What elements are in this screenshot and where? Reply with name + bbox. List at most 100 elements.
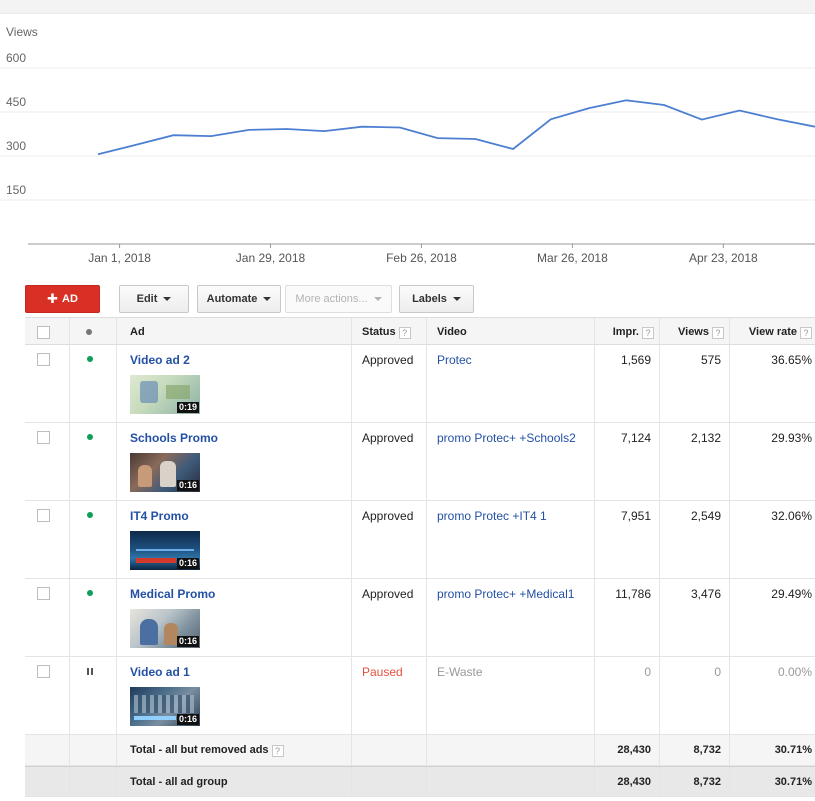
help-icon[interactable]: ? bbox=[271, 745, 284, 757]
view-rate-value: 0.00% bbox=[777, 665, 812, 679]
labels-label: Labels bbox=[412, 293, 447, 305]
row-checkbox[interactable] bbox=[37, 431, 50, 444]
automate-label: Automate bbox=[206, 293, 258, 305]
impr-value: 7,124 bbox=[620, 431, 651, 445]
caret-down-icon bbox=[452, 297, 461, 301]
enabled-status-icon[interactable] bbox=[87, 356, 93, 362]
video-link[interactable]: promo Protec+ +Medical1 bbox=[437, 587, 574, 601]
video-thumbnail[interactable]: 0:19 bbox=[130, 375, 200, 414]
video-thumbnail[interactable]: 0:16 bbox=[130, 453, 200, 492]
views-line-chart: Views 600 450 300 150 Jan 1, 2018 Jan 29, 20… bbox=[0, 25, 815, 265]
views-value: 0 bbox=[714, 665, 721, 679]
chart-ylabel: Views bbox=[6, 25, 38, 39]
table-header-row: Ad Status? Video Impr.? Views? View rate… bbox=[25, 317, 815, 345]
paused-status-icon[interactable] bbox=[87, 668, 93, 675]
total-impr: 28,430 bbox=[617, 744, 651, 756]
video-duration: 0:16 bbox=[176, 480, 199, 491]
video-link[interactable]: Protec bbox=[437, 353, 472, 367]
table-row: Schools Promo 0:16 Approved promo Protec… bbox=[25, 423, 815, 501]
video-duration: 0:19 bbox=[176, 402, 199, 413]
header-view-rate[interactable]: View rate bbox=[749, 326, 797, 338]
table-row: IT4 Promo 0:16 Approved promo Protec +IT… bbox=[25, 501, 815, 579]
caret-down-icon bbox=[373, 297, 382, 301]
x-tick-label: Jan 29, 2018 bbox=[236, 251, 306, 265]
total-views: 8,732 bbox=[693, 776, 721, 788]
total-view-rate: 30.71% bbox=[774, 744, 812, 756]
top-bar bbox=[0, 0, 815, 14]
views-value: 2,132 bbox=[690, 431, 721, 445]
video-link[interactable]: promo Protec+ +Schools2 bbox=[437, 431, 576, 445]
view-rate-value: 32.06% bbox=[771, 509, 812, 523]
ads-toolbar: ✚ AD Edit Automate More actions... Label… bbox=[25, 285, 815, 313]
ad-name-link[interactable]: Video ad 1 bbox=[130, 665, 351, 679]
more-actions-label: More actions... bbox=[295, 293, 368, 305]
total-row-all-but-removed: Total - all but removed ads? 28,430 8,73… bbox=[25, 735, 815, 766]
labels-menu-button[interactable]: Labels bbox=[399, 285, 474, 313]
header-ad[interactable]: Ad bbox=[130, 326, 145, 338]
status-text: Approved bbox=[362, 431, 414, 445]
help-icon[interactable]: ? bbox=[712, 327, 724, 339]
video-thumbnail[interactable]: 0:16 bbox=[130, 609, 200, 648]
row-checkbox[interactable] bbox=[37, 509, 50, 522]
header-impr[interactable]: Impr. bbox=[613, 326, 639, 338]
header-video[interactable]: Video bbox=[437, 326, 467, 338]
x-tick-label: Mar 26, 2018 bbox=[537, 251, 608, 265]
video-duration: 0:16 bbox=[176, 714, 199, 725]
enabled-status-icon[interactable] bbox=[87, 434, 93, 440]
views-series-line bbox=[97, 99, 815, 156]
table-row: Video ad 2 0:19 Approved Protec 1,569 57… bbox=[25, 345, 815, 423]
help-icon[interactable]: ? bbox=[398, 327, 411, 339]
video-link[interactable]: promo Protec +IT4 1 bbox=[437, 509, 547, 523]
total-label: Total - all ad group bbox=[130, 776, 228, 788]
header-views[interactable]: Views bbox=[678, 326, 709, 338]
caret-down-icon bbox=[163, 297, 172, 301]
video-duration: 0:16 bbox=[176, 636, 199, 647]
select-all-checkbox[interactable] bbox=[37, 326, 50, 339]
video-duration: 0:16 bbox=[176, 558, 199, 569]
automate-menu-button[interactable]: Automate bbox=[197, 285, 281, 313]
ads-table: Ad Status? Video Impr.? Views? View rate… bbox=[25, 317, 815, 797]
y-tick-label: 450 bbox=[6, 95, 26, 109]
help-icon[interactable]: ? bbox=[642, 327, 654, 339]
enabled-status-icon[interactable] bbox=[87, 590, 93, 596]
header-status[interactable]: Status bbox=[362, 326, 396, 338]
status-dot-header-icon bbox=[86, 329, 92, 335]
table-row: Video ad 1 0:16 Paused E-Waste 0 0 0.00% bbox=[25, 657, 815, 735]
view-rate-value: 29.49% bbox=[771, 587, 812, 601]
video-link[interactable]: E-Waste bbox=[437, 665, 483, 679]
enabled-status-icon[interactable] bbox=[87, 512, 93, 518]
view-rate-value: 36.65% bbox=[771, 353, 812, 367]
views-value: 575 bbox=[700, 353, 721, 367]
status-text: Paused bbox=[362, 665, 403, 679]
total-view-rate: 30.71% bbox=[774, 776, 812, 788]
row-checkbox[interactable] bbox=[37, 587, 50, 600]
y-tick-label: 600 bbox=[6, 51, 26, 65]
view-rate-value: 29.93% bbox=[771, 431, 812, 445]
y-tick-label: 150 bbox=[6, 183, 26, 197]
row-checkbox[interactable] bbox=[37, 353, 50, 366]
caret-down-icon bbox=[263, 297, 272, 301]
x-tick-label: Apr 23, 2018 bbox=[689, 251, 758, 265]
table-row: Medical Promo 0:16 Approved promo Protec… bbox=[25, 579, 815, 657]
ad-name-link[interactable]: Medical Promo bbox=[130, 587, 351, 601]
views-value: 2,549 bbox=[690, 509, 721, 523]
edit-label: Edit bbox=[136, 293, 158, 305]
ad-name-link[interactable]: Video ad 2 bbox=[130, 353, 351, 367]
y-tick-label: 300 bbox=[6, 139, 26, 153]
status-text: Approved bbox=[362, 587, 414, 601]
plus-icon: ✚ bbox=[47, 291, 58, 306]
total-impr: 28,430 bbox=[617, 776, 651, 788]
help-icon[interactable]: ? bbox=[800, 327, 812, 339]
more-actions-button[interactable]: More actions... bbox=[285, 285, 392, 313]
ad-name-link[interactable]: Schools Promo bbox=[130, 431, 351, 445]
video-thumbnail[interactable]: 0:16 bbox=[130, 687, 200, 726]
x-tick-label: Jan 1, 2018 bbox=[88, 251, 151, 265]
edit-menu-button[interactable]: Edit bbox=[119, 285, 189, 313]
add-ad-button[interactable]: ✚ AD bbox=[25, 285, 100, 313]
impr-value: 7,951 bbox=[620, 509, 651, 523]
row-checkbox[interactable] bbox=[37, 665, 50, 678]
ad-name-link[interactable]: IT4 Promo bbox=[130, 509, 351, 523]
impr-value: 0 bbox=[644, 665, 651, 679]
video-thumbnail[interactable]: 0:16 bbox=[130, 531, 200, 570]
impr-value: 11,786 bbox=[615, 587, 651, 601]
